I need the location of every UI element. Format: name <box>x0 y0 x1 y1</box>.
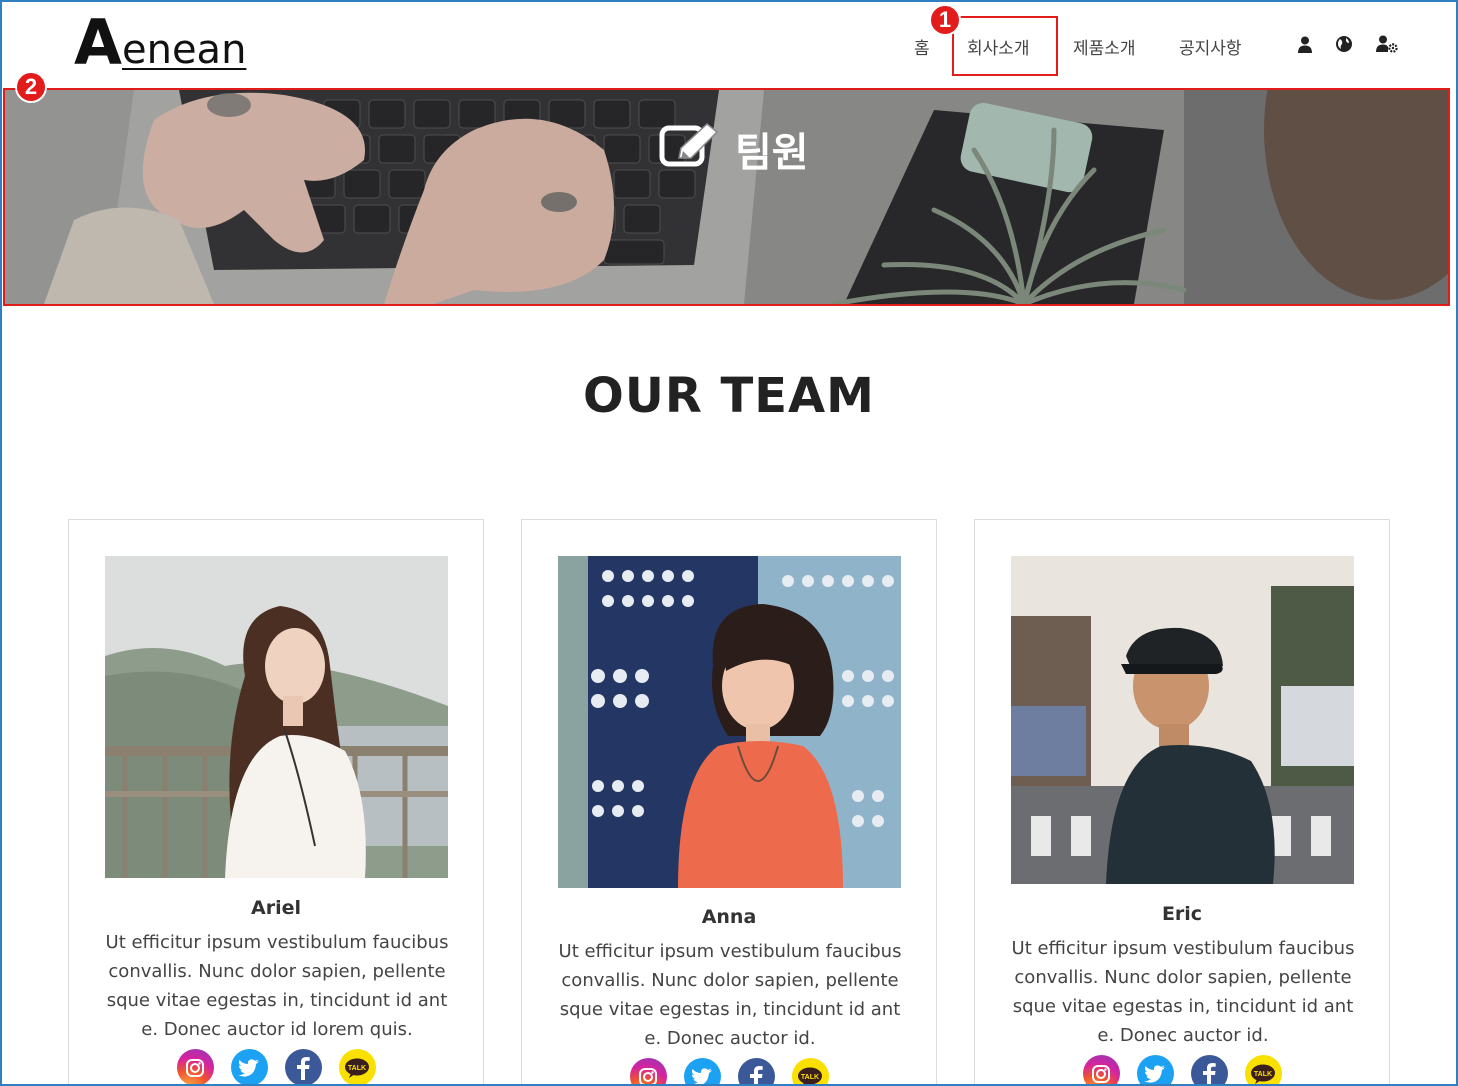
globe-icon[interactable] <box>1334 34 1354 54</box>
social-links: TALK <box>975 1055 1389 1086</box>
instagram-icon[interactable] <box>176 1049 214 1086</box>
team-photo <box>105 556 448 878</box>
logo-initial: A <box>74 6 122 79</box>
social-links: TALK <box>69 1049 483 1086</box>
team-member-name: Anna <box>701 906 757 928</box>
user-icon[interactable] <box>1295 34 1315 54</box>
facebook-icon[interactable] <box>737 1058 775 1086</box>
kakaotalk-icon-text: TALK <box>801 1074 819 1081</box>
team-member-description: Ut efficitur ipsum vestibulum faucibus c… <box>105 932 449 1040</box>
kakaotalk-icon[interactable]: TALK <box>1244 1055 1282 1086</box>
team-member-description: Ut efficitur ipsum vestibulum faucibus c… <box>558 941 902 1049</box>
team-member-name: Eric <box>1161 903 1203 925</box>
twitter-icon[interactable] <box>230 1049 268 1086</box>
site-header: A enean 홈 회사소개 제품소개 공지사항 <box>0 0 1458 88</box>
twitter-icon[interactable] <box>1136 1055 1174 1086</box>
user-settings-icon[interactable] <box>1376 34 1398 54</box>
section-title: OUR TEAM <box>583 368 875 424</box>
annotation-badge-1: 1 <box>929 4 961 36</box>
twitter-icon[interactable] <box>683 1058 721 1086</box>
facebook-icon[interactable] <box>284 1049 322 1086</box>
nav-notice[interactable]: 공지사항 <box>1179 34 1242 59</box>
team-photo <box>1011 556 1354 884</box>
team-photo <box>558 556 901 888</box>
team-member-name: Ariel <box>251 897 301 919</box>
instagram-icon[interactable] <box>629 1058 667 1086</box>
kakaotalk-icon[interactable]: TALK <box>791 1058 829 1086</box>
facebook-icon[interactable] <box>1190 1055 1228 1086</box>
kakaotalk-icon-text: TALK <box>348 1065 366 1072</box>
nav-home[interactable]: 홈 <box>914 34 930 59</box>
team-card-ariel: Ariel Ut efficitur ipsum vestibulum fauc… <box>68 519 484 1086</box>
site-logo[interactable]: A enean <box>74 10 246 74</box>
logo-text: enean <box>121 27 247 73</box>
social-links: TALK <box>522 1058 936 1086</box>
annotation-box-1 <box>952 16 1058 76</box>
annotation-box-2 <box>3 88 1450 306</box>
team-card-anna: Anna Ut efficitur ipsum vestibulum fauci… <box>521 519 937 1086</box>
kakaotalk-icon-text: TALK <box>1254 1071 1272 1078</box>
team-member-description: Ut efficitur ipsum vestibulum faucibus c… <box>1011 938 1355 1046</box>
team-card-eric: Eric Ut efficitur ipsum vestibulum fauci… <box>974 519 1390 1086</box>
annotation-badge-2: 2 <box>15 71 47 103</box>
instagram-icon[interactable] <box>1082 1055 1120 1086</box>
kakaotalk-icon[interactable]: TALK <box>338 1049 376 1086</box>
nav-products[interactable]: 제품소개 <box>1073 34 1136 59</box>
